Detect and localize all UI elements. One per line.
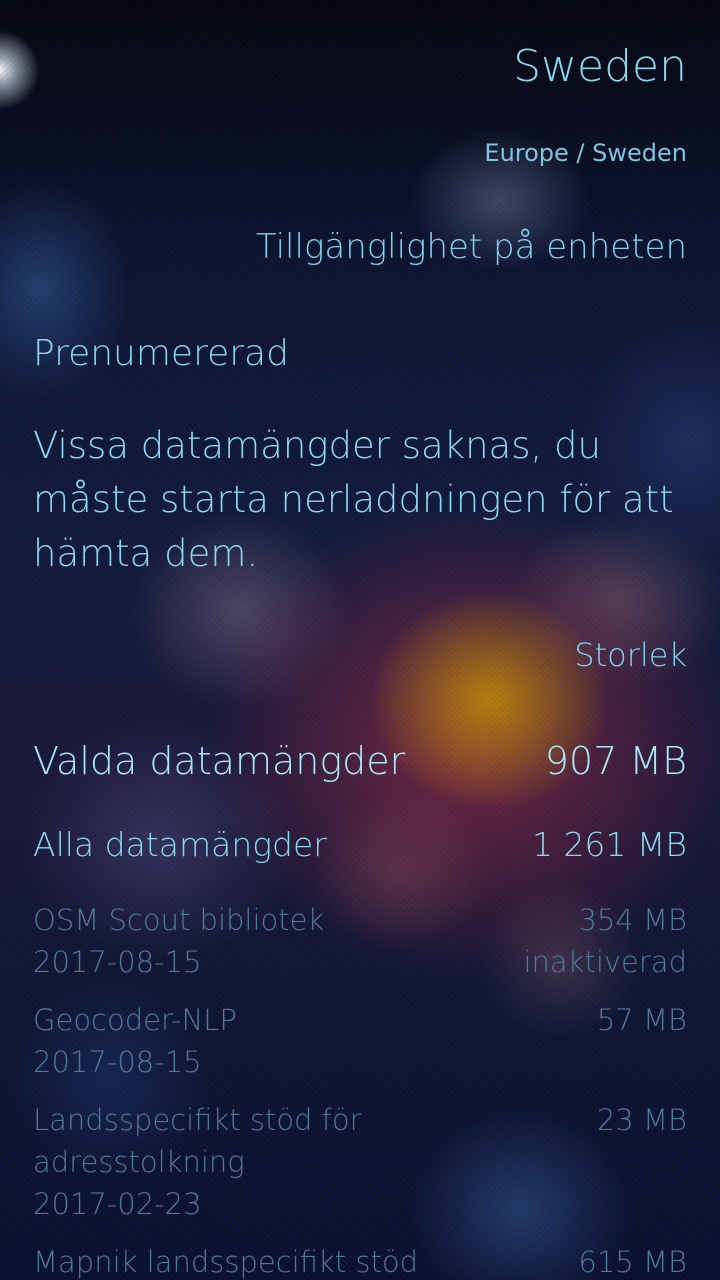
size-column-header: Storlek [574, 636, 687, 674]
missing-datasets-message: Vissa datamängder saknas, du måste start… [33, 424, 674, 575]
dataset-name: OSM Scout bibliotek [33, 903, 325, 937]
dataset-date: 2017-08-15 [33, 1045, 202, 1079]
selected-datasets-size: 907 MB [544, 739, 687, 783]
dataset-size: 354 MB [578, 903, 687, 937]
all-datasets-label: Alla datamängder [33, 825, 327, 864]
subscription-status: Prenumererad [33, 333, 289, 374]
dataset-name: Mapnik landsspecifikt stöd [33, 1245, 419, 1279]
dataset-state: inaktiverad [523, 945, 687, 979]
dataset-name: Landsspecifikt stöd för [33, 1103, 362, 1137]
dataset-size: 57 MB [596, 1003, 687, 1037]
availability-section-header: Tillgänglighet på enheten [255, 227, 687, 267]
all-datasets-size: 1 261 MB [531, 825, 687, 864]
dataset-size: 23 MB [596, 1103, 687, 1137]
dataset-name-continued: adresstolkning [33, 1145, 245, 1179]
selected-datasets-label: Valda datamängder [33, 739, 406, 783]
page-title: Sweden [513, 41, 687, 92]
dataset-name: Geocoder-NLP [33, 1003, 237, 1037]
dataset-date: 2017-02-23 [33, 1187, 202, 1221]
dataset-size: 615 MB [578, 1245, 687, 1279]
country-details-page[interactable]: Sweden Europe / Sweden Tillgänglighet på… [0, 0, 720, 1280]
dataset-date: 2017-08-15 [33, 945, 202, 979]
breadcrumb: Europe / Sweden [484, 139, 687, 167]
